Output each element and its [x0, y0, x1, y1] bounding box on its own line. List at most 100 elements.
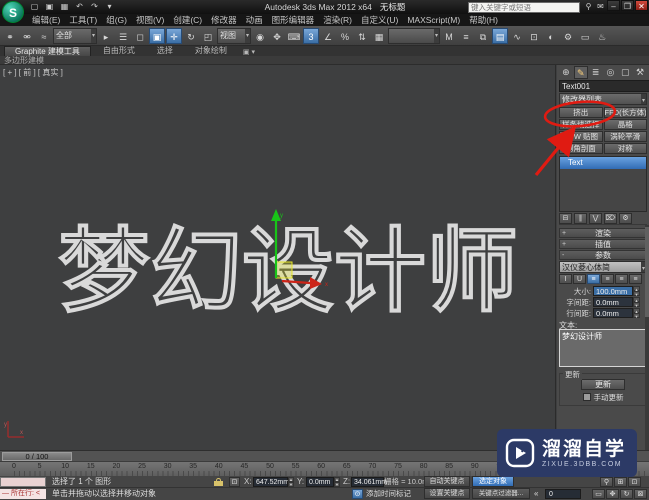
tab-modify[interactable]: ✎ [573, 66, 588, 79]
param-spinner[interactable]: ▲ ▼ [633, 297, 640, 308]
stack-item-Text[interactable]: Text [560, 157, 646, 169]
spinner-snap-icon[interactable]: ⇅ [354, 28, 370, 44]
rollout-rendering[interactable]: + 渲染 [559, 228, 647, 238]
text-content-field[interactable]: 梦幻设计师 [559, 329, 647, 367]
zoom-icon[interactable]: ⚲ [600, 477, 613, 487]
use-pivot-point-icon[interactable]: ◉ [252, 28, 268, 44]
menu-item-动画[interactable]: 动画 [246, 14, 263, 26]
zoom-all-icon[interactable]: ⊞ [614, 477, 627, 487]
manual-update-checkbox[interactable] [582, 393, 591, 401]
italic-button[interactable]: I [559, 274, 572, 284]
configure-modifier-sets-icon[interactable]: ⚙ [619, 212, 632, 224]
macro-recorder-pane[interactable] [0, 477, 46, 487]
x-spinner[interactable]: ▲ ▼ [288, 477, 294, 487]
maximize-viewport-icon[interactable]: ⊠ [634, 489, 647, 499]
y-coord-field[interactable]: 0.0mm [306, 477, 334, 487]
tab-display[interactable]: ▢ [618, 66, 632, 79]
ffd-box-button[interactable]: FFD(长方体) [603, 107, 647, 118]
menu-item-工具(T)[interactable]: 工具(T) [69, 14, 97, 26]
mirror-icon[interactable]: M [441, 28, 457, 44]
bevel-profile-button[interactable]: 倒角剖面 [559, 143, 603, 154]
ribbon-tab-对象绘制[interactable]: 对象绘制 [185, 46, 237, 56]
window-crossing-icon[interactable]: ▣ [149, 27, 165, 44]
select-and-scale-icon[interactable]: ◰ [200, 28, 216, 44]
save-file-icon[interactable]: ▦ [58, 1, 71, 13]
symmetry-button[interactable]: 对称 [603, 143, 647, 154]
select-and-rotate-icon[interactable]: ↻ [183, 28, 199, 44]
layer-manager-icon[interactable]: ⧉ [475, 28, 491, 44]
rollout-interpolation[interactable]: + 插值 [559, 239, 647, 249]
make-unique-icon[interactable]: ⋁ [589, 212, 602, 224]
menu-item-渲染(R)[interactable]: 渲染(R) [323, 14, 352, 26]
isolate-selection-icon[interactable]: ⊙ [352, 489, 363, 499]
spline-select-button[interactable]: 样条线选择 [559, 119, 603, 130]
search-icon[interactable]: ⚲ [583, 1, 594, 13]
auto-key-button[interactable]: 自动关键点 [424, 476, 470, 487]
align-left-button[interactable]: ≡ [587, 274, 600, 284]
show-end-result-icon[interactable]: ∥ [574, 212, 587, 224]
open-file-icon[interactable]: ▣ [43, 1, 56, 13]
add-time-tag[interactable]: 添加时间标记 [366, 488, 411, 500]
qat-dropdown-icon[interactable]: ▾ [103, 1, 116, 13]
close-button[interactable]: ✕ [635, 0, 648, 11]
viewport-front[interactable]: [ + ] [ 前 ] [ 真实 ] 梦幻设计师 y x y x [0, 65, 556, 450]
justify-button[interactable]: ≡ [629, 274, 642, 284]
menu-item-修改器[interactable]: 修改器 [211, 14, 237, 26]
key-filters-button[interactable]: 关键点过滤器... [472, 488, 530, 499]
menu-item-编辑(E)[interactable]: 编辑(E) [32, 14, 60, 26]
zoom-region-icon[interactable]: ▭ [592, 489, 605, 499]
graphite-toggle-icon[interactable]: ▤ [492, 27, 508, 44]
param-value-field[interactable]: 100.0mm [593, 286, 633, 296]
maximize-button[interactable]: ❐ [621, 0, 634, 11]
reference-coordinate-dropdown[interactable]: 视图 ▾ [217, 27, 251, 44]
select-and-move-icon[interactable]: ✛ [166, 27, 182, 44]
y-spinner[interactable]: ▲ ▼ [334, 477, 340, 487]
tab-hierarchy[interactable]: ≣ [589, 66, 603, 79]
communication-center-icon[interactable]: ✉ [595, 1, 606, 13]
render-production-icon[interactable]: ♨ [594, 28, 610, 44]
remove-modifier-icon[interactable]: ⌦ [604, 212, 617, 224]
menu-item-图形编辑器[interactable]: 图形编辑器 [272, 14, 315, 26]
percent-snap-icon[interactable]: % [337, 28, 353, 44]
selected-mode-dropdown[interactable]: 选定对象 [472, 476, 514, 487]
app-logo-icon[interactable]: S [2, 1, 24, 23]
tab-utilities[interactable]: ⚒ [633, 66, 647, 79]
bind-to-space-warp-icon[interactable]: ≈ [36, 28, 52, 44]
panel-scrollbar[interactable] [645, 225, 649, 450]
snap-toggle-3d-icon[interactable]: 3 [303, 27, 319, 44]
selection-lock-icon[interactable] [214, 478, 223, 486]
edit-named-selection-sets-icon[interactable]: ▦ [371, 28, 387, 44]
param-spinner[interactable]: ▲ ▼ [633, 308, 640, 319]
named-selection-sets-dropdown[interactable]: ▾ [388, 27, 440, 44]
zoom-extents-icon[interactable]: ⊡ [628, 477, 641, 487]
menu-item-创建(C)[interactable]: 创建(C) [173, 14, 202, 26]
keyboard-shortcut-override-icon[interactable]: ⌨ [286, 28, 302, 44]
tab-motion[interactable]: ◎ [604, 66, 618, 79]
angle-snap-icon[interactable]: ∠ [320, 28, 336, 44]
minimize-button[interactable]: – [607, 0, 620, 11]
modifier-list-dropdown[interactable]: 修改器列表 ▾ [559, 93, 647, 105]
ribbon-tab-自由形式[interactable]: 自由形式 [93, 46, 145, 56]
pin-stack-icon[interactable]: ⊟ [559, 212, 572, 224]
z-coord-field[interactable]: 34.061mm [351, 477, 387, 487]
select-and-link-icon[interactable]: ⚭ [2, 28, 18, 44]
extrude-button[interactable]: 挤出 [559, 107, 603, 118]
select-and-manipulate-icon[interactable]: ✥ [269, 28, 285, 44]
object-name-field[interactable] [559, 80, 649, 92]
set-key-button[interactable]: 设置关键点 [424, 488, 470, 499]
param-value-field[interactable]: 0.0mm [593, 308, 633, 318]
search-input[interactable] [468, 1, 580, 13]
move-gizmo[interactable]: y x [240, 205, 335, 290]
viewport-label[interactable]: [ + ] [ 前 ] [ 真实 ] [3, 67, 63, 78]
modifier-stack[interactable]: Text [559, 156, 647, 212]
undo-icon[interactable]: ↶ [73, 1, 86, 13]
select-object-icon[interactable]: ▸ [98, 28, 114, 44]
align-center-button[interactable]: ≡ [601, 274, 614, 284]
render-setup-icon[interactable]: ⚙ [560, 28, 576, 44]
align-right-button[interactable]: ≡ [615, 274, 628, 284]
update-button[interactable]: 更新 [581, 379, 625, 390]
unlink-selection-icon[interactable]: ⚮ [19, 28, 35, 44]
menu-item-组(G)[interactable]: 组(G) [106, 14, 127, 26]
rendered-frame-icon[interactable]: ▭ [577, 28, 593, 44]
pan-icon[interactable]: ✥ [606, 489, 619, 499]
